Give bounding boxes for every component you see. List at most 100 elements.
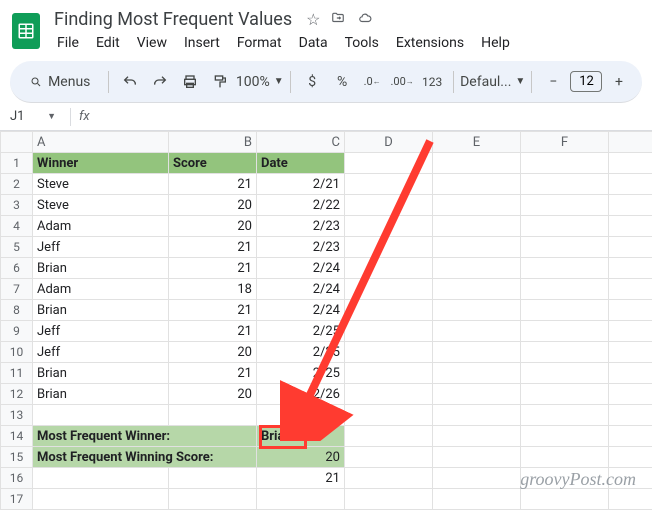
- cell[interactable]: [433, 363, 521, 384]
- cell[interactable]: [609, 279, 652, 300]
- star-icon[interactable]: ☆: [306, 10, 320, 29]
- cell[interactable]: [345, 384, 433, 405]
- cell[interactable]: [345, 342, 433, 363]
- cell[interactable]: [169, 405, 257, 426]
- cell[interactable]: [433, 237, 521, 258]
- cell[interactable]: 2/21: [257, 174, 345, 195]
- cell[interactable]: Jeff: [33, 321, 169, 342]
- menu-edit[interactable]: Edit: [89, 33, 127, 53]
- cell[interactable]: Brian: [33, 300, 169, 321]
- cell[interactable]: [433, 426, 521, 447]
- menu-tools[interactable]: Tools: [338, 33, 386, 53]
- cell[interactable]: 20: [169, 195, 257, 216]
- cell[interactable]: Brian: [33, 384, 169, 405]
- cell[interactable]: [433, 342, 521, 363]
- cell[interactable]: 2/23: [257, 216, 345, 237]
- col-header-f[interactable]: F: [521, 132, 609, 153]
- cell[interactable]: [33, 468, 169, 489]
- cell[interactable]: [433, 174, 521, 195]
- redo-button[interactable]: [147, 68, 173, 96]
- cell[interactable]: [169, 489, 257, 510]
- cell[interactable]: Jeff: [33, 342, 169, 363]
- cell[interactable]: Most Frequent Winner:: [33, 426, 257, 447]
- row-header[interactable]: 1: [1, 153, 33, 174]
- currency-button[interactable]: $: [299, 68, 325, 96]
- print-button[interactable]: [177, 68, 203, 96]
- cell[interactable]: [345, 426, 433, 447]
- cell[interactable]: [345, 300, 433, 321]
- cell[interactable]: [609, 237, 652, 258]
- row-header[interactable]: 12: [1, 384, 33, 405]
- row-header[interactable]: 6: [1, 258, 33, 279]
- cell[interactable]: [345, 279, 433, 300]
- cell[interactable]: [345, 258, 433, 279]
- cell[interactable]: [521, 237, 609, 258]
- cell[interactable]: 21: [257, 468, 345, 489]
- zoom-dropdown[interactable]: 100% ▼: [237, 68, 282, 96]
- cell[interactable]: [609, 216, 652, 237]
- cell[interactable]: 2/25: [257, 342, 345, 363]
- cell[interactable]: 20: [169, 384, 257, 405]
- spreadsheet-grid[interactable]: A B C D E F 1 Winner Score Date 2Steve21…: [0, 131, 652, 510]
- cell[interactable]: [521, 489, 609, 510]
- more-formats-button[interactable]: 123: [419, 68, 445, 96]
- cell[interactable]: [345, 447, 433, 468]
- row-header[interactable]: 3: [1, 195, 33, 216]
- cell[interactable]: [433, 489, 521, 510]
- cell[interactable]: 2/24: [257, 258, 345, 279]
- cell[interactable]: [609, 363, 652, 384]
- cell[interactable]: 20: [169, 342, 257, 363]
- font-size-input[interactable]: 12: [570, 71, 602, 92]
- col-header-d[interactable]: D: [345, 132, 433, 153]
- cell[interactable]: [433, 258, 521, 279]
- doc-title[interactable]: Finding Most Frequent Values: [50, 8, 296, 31]
- cell[interactable]: [33, 405, 169, 426]
- select-all-corner[interactable]: [1, 132, 33, 153]
- cell[interactable]: [521, 342, 609, 363]
- cell[interactable]: 21: [169, 258, 257, 279]
- cell[interactable]: [521, 321, 609, 342]
- cell[interactable]: 2/26: [257, 384, 345, 405]
- cell[interactable]: [609, 153, 652, 174]
- undo-button[interactable]: [117, 68, 143, 96]
- cell[interactable]: Brian: [33, 258, 169, 279]
- cell[interactable]: [433, 468, 521, 489]
- cell[interactable]: [433, 447, 521, 468]
- cell[interactable]: Date: [257, 153, 345, 174]
- font-size-decrease[interactable]: −: [540, 68, 566, 96]
- col-header-e[interactable]: E: [433, 132, 521, 153]
- cell[interactable]: Adam: [33, 279, 169, 300]
- cell[interactable]: [609, 489, 652, 510]
- cell[interactable]: [433, 405, 521, 426]
- cell[interactable]: [521, 216, 609, 237]
- cell[interactable]: 18: [169, 279, 257, 300]
- cell[interactable]: [169, 468, 257, 489]
- cell-mfw-value[interactable]: Brian: [257, 426, 345, 447]
- cell[interactable]: 21: [169, 321, 257, 342]
- cell[interactable]: [345, 468, 433, 489]
- cell[interactable]: [609, 300, 652, 321]
- paint-format-button[interactable]: [207, 68, 233, 96]
- cell[interactable]: [345, 363, 433, 384]
- percent-button[interactable]: %: [329, 68, 355, 96]
- cell[interactable]: [609, 321, 652, 342]
- cell[interactable]: 2/22: [257, 195, 345, 216]
- row-header[interactable]: 10: [1, 342, 33, 363]
- cell[interactable]: Steve: [33, 174, 169, 195]
- menu-insert[interactable]: Insert: [177, 33, 227, 53]
- cell[interactable]: Adam: [33, 216, 169, 237]
- menu-view[interactable]: View: [130, 33, 174, 53]
- cell[interactable]: [33, 489, 169, 510]
- cell[interactable]: [345, 321, 433, 342]
- cell[interactable]: Jeff: [33, 237, 169, 258]
- cell[interactable]: [521, 447, 609, 468]
- cell[interactable]: Winner: [33, 153, 169, 174]
- row-header[interactable]: 8: [1, 300, 33, 321]
- menu-format[interactable]: Format: [230, 33, 289, 53]
- increase-decimal-button[interactable]: .00→: [389, 68, 415, 96]
- row-header[interactable]: 4: [1, 216, 33, 237]
- cell[interactable]: Steve: [33, 195, 169, 216]
- cell[interactable]: [521, 279, 609, 300]
- cell[interactable]: [433, 384, 521, 405]
- cell[interactable]: [345, 174, 433, 195]
